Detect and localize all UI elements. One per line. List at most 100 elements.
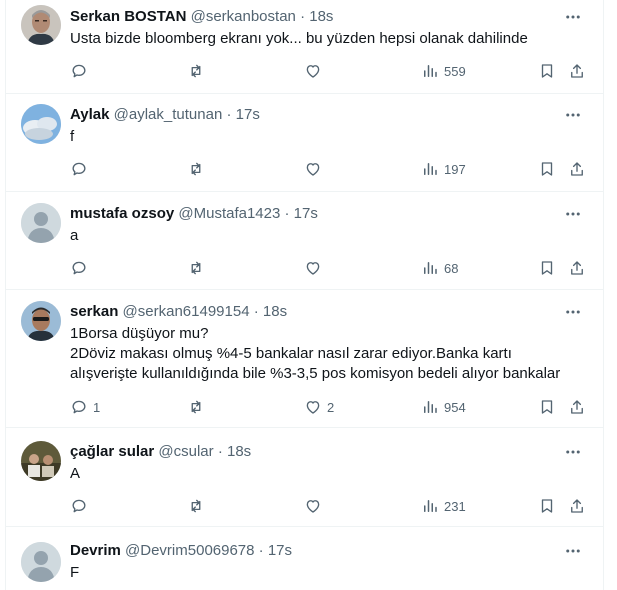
share-button[interactable] xyxy=(568,59,586,83)
views-chart-icon xyxy=(424,401,437,413)
more-options-button[interactable] xyxy=(561,302,585,322)
tweet-time[interactable]: 17s xyxy=(236,106,260,123)
tweet-text-line: alışverişte kullanıldığında bile %3-3,5 … xyxy=(70,365,561,382)
avatar[interactable] xyxy=(21,301,61,341)
view-count: 231 xyxy=(444,498,466,514)
tweet-time[interactable]: 18s xyxy=(263,303,287,320)
tweet-actions: 1 2 954 xyxy=(6,395,603,419)
author-name[interactable]: Devrim xyxy=(70,542,121,559)
avatar[interactable] xyxy=(21,441,61,481)
share-icon xyxy=(571,499,583,513)
like-button[interactable] xyxy=(304,59,327,83)
tweet[interactable]: Serkan BOSTAN @serkanbostan · 18s Usta b… xyxy=(6,0,603,94)
retweet-button[interactable] xyxy=(187,256,210,280)
bookmark-button[interactable] xyxy=(538,157,556,181)
like-count: 2 xyxy=(327,399,335,415)
like-button[interactable] xyxy=(304,256,327,280)
tweet[interactable]: Aylak @aylak_tutunan · 17s f 197 xyxy=(6,94,603,192)
separator-dot: · xyxy=(253,303,259,320)
author-handle[interactable]: @Devrim50069678 xyxy=(125,542,254,559)
tweet[interactable]: çağlar sular @csular · 18s A 231 xyxy=(6,428,603,527)
share-button[interactable] xyxy=(568,395,586,419)
tweet-text-line: 2Döviz makası olmuş %4-5 bankalar nasıl … xyxy=(70,345,512,362)
views-button[interactable]: 68 xyxy=(421,256,458,280)
view-count: 197 xyxy=(444,161,466,177)
reply-button[interactable] xyxy=(70,59,93,83)
bookmark-button[interactable] xyxy=(538,395,556,419)
default-avatar-icon xyxy=(21,542,61,582)
author-name[interactable]: mustafa ozsoy xyxy=(70,205,174,222)
more-options-button[interactable] xyxy=(561,442,585,462)
reply-button[interactable] xyxy=(70,157,93,181)
views-button[interactable]: 231 xyxy=(421,494,466,518)
tweet[interactable]: mustafa ozsoy @Mustafa1423 · 17s a 68 xyxy=(6,192,603,290)
retweet-button[interactable] xyxy=(187,59,210,83)
reply-icon xyxy=(72,64,86,78)
author-handle[interactable]: @csular xyxy=(158,443,213,460)
views-chart-icon xyxy=(424,65,437,77)
more-options-button[interactable] xyxy=(561,105,585,125)
tweet-time[interactable]: 17s xyxy=(268,542,292,559)
tweet-time[interactable]: 17s xyxy=(294,205,318,222)
bookmark-icon xyxy=(541,499,553,513)
share-icon xyxy=(571,64,583,78)
tweet-text: 1Borsa düşüyor mu? 2Döviz makası olmuş %… xyxy=(70,324,583,384)
tweet-time[interactable]: 18s xyxy=(309,8,333,25)
avatar[interactable] xyxy=(21,542,61,582)
tweet-actions: 231 xyxy=(6,494,603,518)
author-handle[interactable]: @Mustafa1423 xyxy=(178,205,280,222)
bookmark-button[interactable] xyxy=(538,256,556,280)
view-count: 68 xyxy=(444,260,459,276)
like-button[interactable]: 2 xyxy=(304,395,334,419)
separator-dot: · xyxy=(300,8,306,25)
tweet-text: A xyxy=(70,464,583,484)
separator-dot: · xyxy=(226,106,232,123)
views-button[interactable]: 954 xyxy=(421,395,466,419)
more-options-button[interactable] xyxy=(561,204,585,224)
views-button[interactable]: 197 xyxy=(421,157,466,181)
bookmark-button[interactable] xyxy=(538,494,556,518)
author-handle[interactable]: @serkanbostan xyxy=(191,8,296,25)
retweet-button[interactable] xyxy=(187,395,210,419)
views-chart-icon xyxy=(424,500,437,512)
heart-icon xyxy=(306,262,320,275)
default-avatar-icon xyxy=(21,203,61,243)
avatar[interactable] xyxy=(21,104,61,144)
author-name[interactable]: Aylak xyxy=(70,106,109,123)
avatar[interactable] xyxy=(21,203,61,243)
author-handle[interactable]: @serkan61499154 xyxy=(123,303,250,320)
views-button[interactable]: 559 xyxy=(421,59,466,83)
share-button[interactable] xyxy=(568,494,586,518)
author-name[interactable]: çağlar sular xyxy=(70,443,154,460)
tweet-text-line: F xyxy=(70,564,80,581)
tweet-text-line: Usta bizde bloomberg ekranı yok... bu yü… xyxy=(70,30,528,47)
reply-button[interactable] xyxy=(70,256,93,280)
bookmark-button[interactable] xyxy=(538,59,556,83)
reply-icon xyxy=(72,400,86,414)
tweet-text: a xyxy=(70,226,583,246)
avatar[interactable] xyxy=(21,5,61,45)
author-handle[interactable]: @aylak_tutunan xyxy=(114,106,223,123)
more-options-button[interactable] xyxy=(561,7,585,27)
more-options-button[interactable] xyxy=(561,541,585,561)
tweet[interactable]: Devrim @Devrim50069678 · 17s F xyxy=(6,527,603,590)
view-count: 559 xyxy=(444,63,466,79)
views-chart-icon xyxy=(424,163,437,175)
share-button[interactable] xyxy=(568,157,586,181)
author-name[interactable]: Serkan BOSTAN xyxy=(70,8,186,25)
tweet-text-line: A xyxy=(70,465,81,482)
tweet[interactable]: serkan @serkan61499154 · 18s 1Borsa düşü… xyxy=(6,290,603,428)
tweet-header: Aylak @aylak_tutunan · 17s xyxy=(70,105,583,125)
author-name[interactable]: serkan xyxy=(70,303,118,320)
reply-button[interactable] xyxy=(70,494,93,518)
like-button[interactable] xyxy=(304,494,327,518)
reply-button[interactable]: 1 xyxy=(70,395,100,419)
like-button[interactable] xyxy=(304,157,327,181)
retweet-button[interactable] xyxy=(187,157,210,181)
separator-dot: · xyxy=(284,205,290,222)
share-button[interactable] xyxy=(568,256,586,280)
more-icon xyxy=(566,212,580,216)
retweet-button[interactable] xyxy=(187,494,210,518)
tweet-time[interactable]: 18s xyxy=(227,443,251,460)
reply-icon xyxy=(72,261,86,275)
